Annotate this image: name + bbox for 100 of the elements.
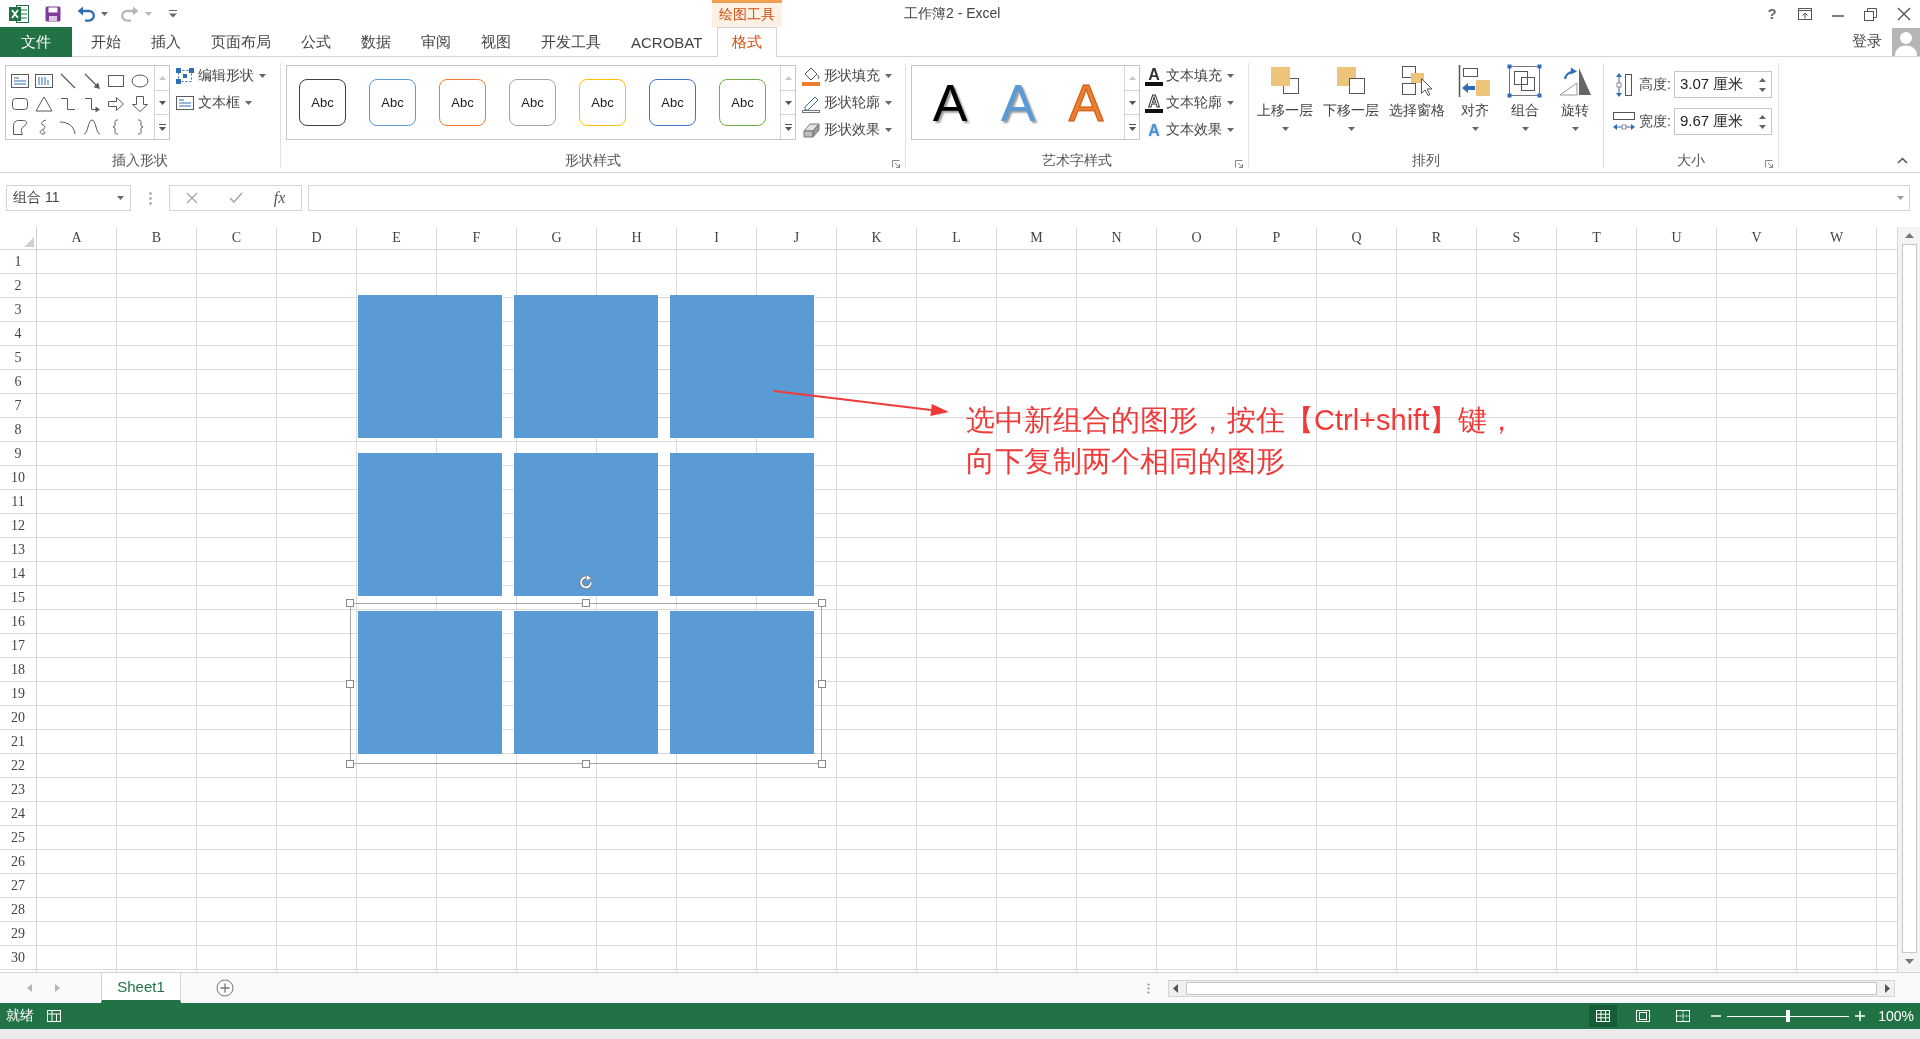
ribbon-tab[interactable]: 插入	[136, 27, 196, 57]
resize-handle[interactable]	[346, 760, 354, 768]
expand-gallery-icon[interactable]	[158, 123, 166, 131]
row-header[interactable]: 11	[0, 490, 36, 514]
column-header[interactable]: B	[117, 227, 197, 249]
scroll-up-arrow-icon[interactable]	[1904, 233, 1914, 238]
column-header[interactable]: M	[997, 227, 1077, 249]
column-header[interactable]: T	[1557, 227, 1637, 249]
column-header[interactable]: P	[1237, 227, 1317, 249]
row-header[interactable]: 21	[0, 730, 36, 754]
ribbon-tab[interactable]: 视图	[466, 27, 526, 57]
wordart-style[interactable]: A	[919, 76, 981, 129]
row-header[interactable]: 19	[0, 682, 36, 706]
row-header[interactable]: 14	[0, 562, 36, 586]
expand-gallery-icon[interactable]	[784, 123, 792, 131]
column-header[interactable]: G	[517, 227, 597, 249]
ribbon-tab[interactable]: 开始	[76, 27, 136, 57]
ribbon-button[interactable]: 形状效果	[801, 120, 892, 140]
row-header[interactable]: 2	[0, 274, 36, 298]
ribbon-button[interactable]: 上移一层	[1254, 64, 1316, 131]
ribbon-button[interactable]: 下移一层	[1320, 64, 1382, 131]
scroll-down-icon[interactable]	[784, 100, 792, 105]
chevron-up-icon[interactable]	[1897, 157, 1908, 164]
column-header[interactable]: N	[1077, 227, 1157, 249]
row-header[interactable]: 17	[0, 634, 36, 658]
column-header[interactable]: Q	[1317, 227, 1397, 249]
ribbon-tab[interactable]: ACROBAT	[616, 27, 718, 57]
table-icon[interactable]	[47, 1010, 61, 1022]
resize-handle[interactable]	[818, 599, 826, 607]
shape-style-swatch[interactable]: Abc	[719, 79, 766, 126]
row-header[interactable]: 9	[0, 442, 36, 466]
row-header[interactable]: 10	[0, 466, 36, 490]
close-icon[interactable]	[1897, 6, 1911, 21]
column-header[interactable]: C	[197, 227, 277, 249]
row-header[interactable]: 24	[0, 802, 36, 826]
view-button[interactable]	[1589, 1005, 1618, 1027]
insert-function-button[interactable]: fx	[273, 189, 286, 207]
zoom-slider-thumb[interactable]	[1786, 1010, 1791, 1022]
column-header[interactable]: V	[1717, 227, 1797, 249]
ribbon-button[interactable]: A 文本效果	[1145, 120, 1234, 140]
name-box[interactable]: 组合 11	[6, 185, 131, 211]
column-header[interactable]: U	[1637, 227, 1717, 249]
row-header[interactable]: 1	[0, 250, 36, 274]
rotate-handle-icon[interactable]	[578, 574, 594, 590]
scrollbar-thumb[interactable]	[1186, 981, 1877, 995]
row-header[interactable]: 12	[0, 514, 36, 538]
column-header[interactable]: H	[597, 227, 677, 249]
expand-gallery-icon[interactable]	[1128, 123, 1136, 131]
ribbon-button[interactable]: 编辑形状	[175, 66, 266, 86]
shape-style-swatch[interactable]: Abc	[579, 79, 626, 126]
row-header[interactable]: 3	[0, 298, 36, 322]
vertical-dots-icon[interactable]	[1147, 982, 1150, 994]
row-header[interactable]: 28	[0, 898, 36, 922]
row-header[interactable]: 13	[0, 538, 36, 562]
file-tab[interactable]: 文件	[0, 27, 72, 57]
curve-shape-icon[interactable]	[82, 117, 102, 136]
vertical-text-box-shape-icon[interactable]	[34, 71, 54, 90]
row-header[interactable]: 4	[0, 322, 36, 346]
row-header[interactable]: 30	[0, 946, 36, 970]
zoom-in-icon[interactable]	[1855, 1011, 1866, 1021]
ribbon-button[interactable]: 旋转	[1552, 64, 1598, 131]
ribbon-button[interactable]: 形状填充	[801, 66, 892, 86]
ribbon-button[interactable]: 对齐	[1452, 64, 1498, 131]
ribbon-button[interactable]: 形状轮廓	[801, 93, 892, 113]
column-header[interactable]: L	[917, 227, 997, 249]
line-shape-icon[interactable]	[58, 71, 78, 90]
scroll-right-arrow-icon[interactable]	[1885, 983, 1890, 993]
resize-handle[interactable]	[818, 760, 826, 768]
sign-in-button[interactable]: 登录	[1852, 27, 1882, 56]
column-header[interactable]: K	[837, 227, 917, 249]
column-header[interactable]: D	[277, 227, 357, 249]
spinner-icon[interactable]	[1758, 77, 1766, 92]
add-sheet-icon[interactable]	[216, 979, 234, 997]
row-header[interactable]: 16	[0, 610, 36, 634]
row-header[interactable]: 20	[0, 706, 36, 730]
ribbon-button[interactable]: A 文本轮廓	[1145, 93, 1234, 113]
column-header[interactable]: A	[37, 227, 117, 249]
row-header[interactable]: 22	[0, 754, 36, 778]
ribbon-button[interactable]: A 文本填充	[1145, 66, 1234, 86]
shape-style-swatch[interactable]: Abc	[299, 79, 346, 126]
customize-caret-icon[interactable]	[169, 9, 177, 18]
row-header[interactable]: 18	[0, 658, 36, 682]
resize-handle[interactable]	[582, 599, 590, 607]
row-header[interactable]: 26	[0, 850, 36, 874]
dialog-launcher-icon[interactable]	[1235, 160, 1243, 168]
save-icon[interactable]	[45, 5, 61, 22]
row-header[interactable]: 6	[0, 370, 36, 394]
cancel-icon[interactable]	[185, 192, 198, 204]
oval-shape-icon[interactable]	[130, 71, 150, 90]
vertical-scrollbar[interactable]	[1897, 227, 1920, 972]
dialog-launcher-icon[interactable]	[1765, 160, 1773, 168]
shape-style-swatch[interactable]: Abc	[369, 79, 416, 126]
spinner-icon[interactable]	[1758, 114, 1766, 129]
shape-style-swatch[interactable]: Abc	[649, 79, 696, 126]
shape-style-swatch[interactable]: Abc	[509, 79, 556, 126]
ribbon-tab[interactable]: 数据	[346, 27, 406, 57]
horizontal-scrollbar[interactable]	[1168, 979, 1895, 997]
column-header[interactable]: S	[1477, 227, 1557, 249]
column-header[interactable]: O	[1157, 227, 1237, 249]
undo-icon[interactable]	[77, 5, 95, 22]
